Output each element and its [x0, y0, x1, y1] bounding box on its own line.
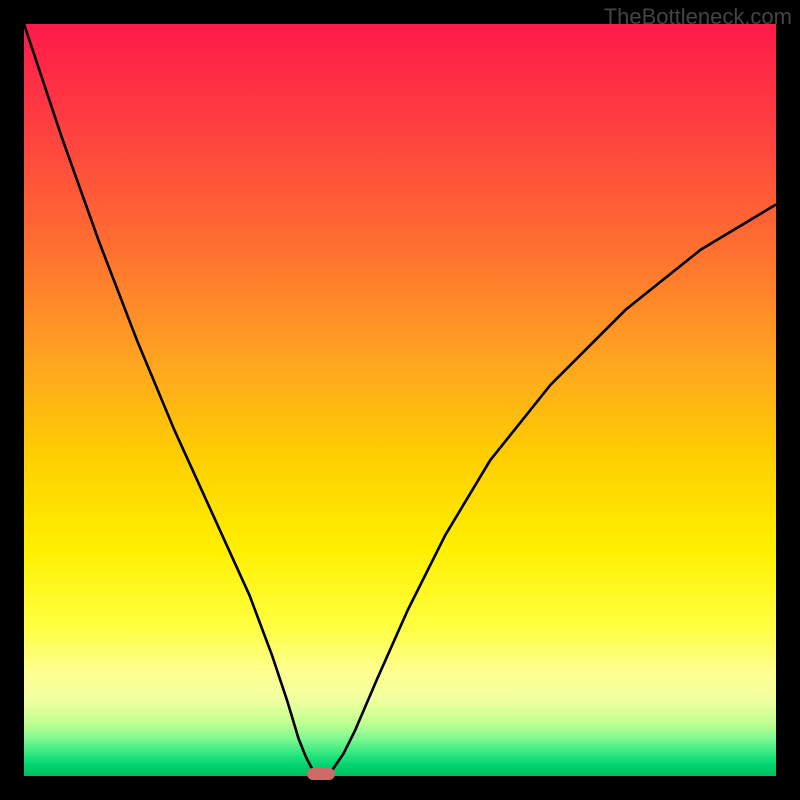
plot-frame [24, 24, 776, 776]
curve-left-branch [24, 24, 317, 774]
curve-right-branch [325, 204, 776, 774]
optimum-marker [307, 768, 335, 780]
bottleneck-curve [24, 24, 776, 776]
